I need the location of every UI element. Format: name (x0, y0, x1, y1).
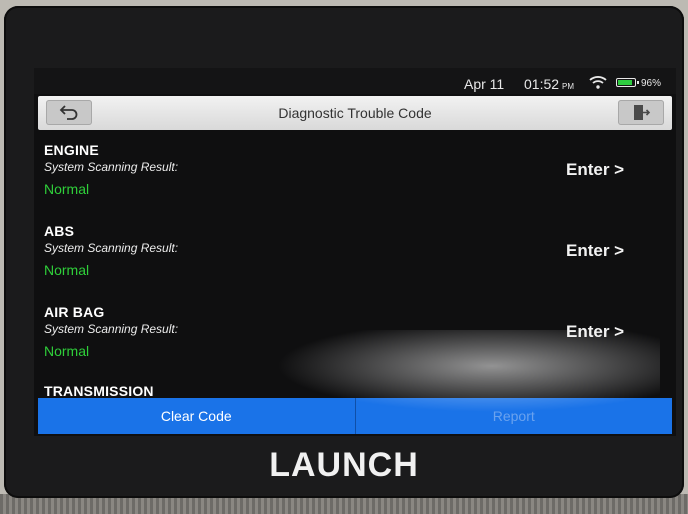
report-button[interactable]: Report (355, 398, 672, 434)
system-row-engine: ENGINE System Scanning Result: Normal En… (34, 136, 676, 217)
system-scan-label: System Scanning Result: (44, 322, 179, 336)
system-status: Normal (44, 262, 90, 278)
system-row-abs: ABS System Scanning Result: Normal Enter… (34, 217, 676, 298)
status-time: 01:52 PM (524, 76, 574, 92)
screen: Apr 11 01:52 PM 96% Diagnostic Trouble Co… (34, 68, 676, 436)
system-scan-label: System Scanning Result: (44, 241, 179, 255)
system-name: TRANSMISSION (44, 383, 154, 399)
system-row-transmission[interactable]: TRANSMISSION (34, 379, 676, 399)
enter-abs-button[interactable]: Enter > (566, 241, 624, 261)
scan-results-list: ENGINE System Scanning Result: Normal En… (34, 136, 676, 399)
enter-air-bag-button[interactable]: Enter > (566, 322, 624, 342)
status-date: Apr 11 (464, 76, 505, 92)
system-scan-label: System Scanning Result: (44, 160, 179, 174)
status-clock: 01:52 (524, 76, 560, 92)
battery-nub (637, 81, 639, 84)
system-row-air-bag: AIR BAG System Scanning Result: Normal E… (34, 298, 676, 379)
exit-door-icon (634, 105, 651, 120)
status-bar: Apr 11 01:52 PM 96% (34, 68, 676, 94)
title-bar: Diagnostic Trouble Code (38, 96, 672, 130)
system-name: AIR BAG (44, 304, 105, 320)
status-ampm: PM (562, 82, 575, 91)
system-status: Normal (44, 181, 90, 197)
battery-percent: 96% (641, 78, 662, 89)
launch-logo: LAUNCH (269, 446, 419, 484)
system-name: ENGINE (44, 142, 99, 158)
system-status: Normal (44, 343, 90, 359)
battery-icon (616, 78, 639, 87)
enter-engine-button[interactable]: Enter > (566, 160, 624, 180)
exit-button[interactable] (618, 100, 664, 125)
clear-code-button[interactable]: Clear Code (38, 398, 356, 434)
system-name: ABS (44, 223, 75, 239)
battery-fill (618, 80, 632, 85)
page-title: Diagnostic Trouble Code (278, 105, 432, 121)
wifi-icon (589, 76, 607, 89)
action-bar: Clear Code Report (38, 398, 672, 434)
